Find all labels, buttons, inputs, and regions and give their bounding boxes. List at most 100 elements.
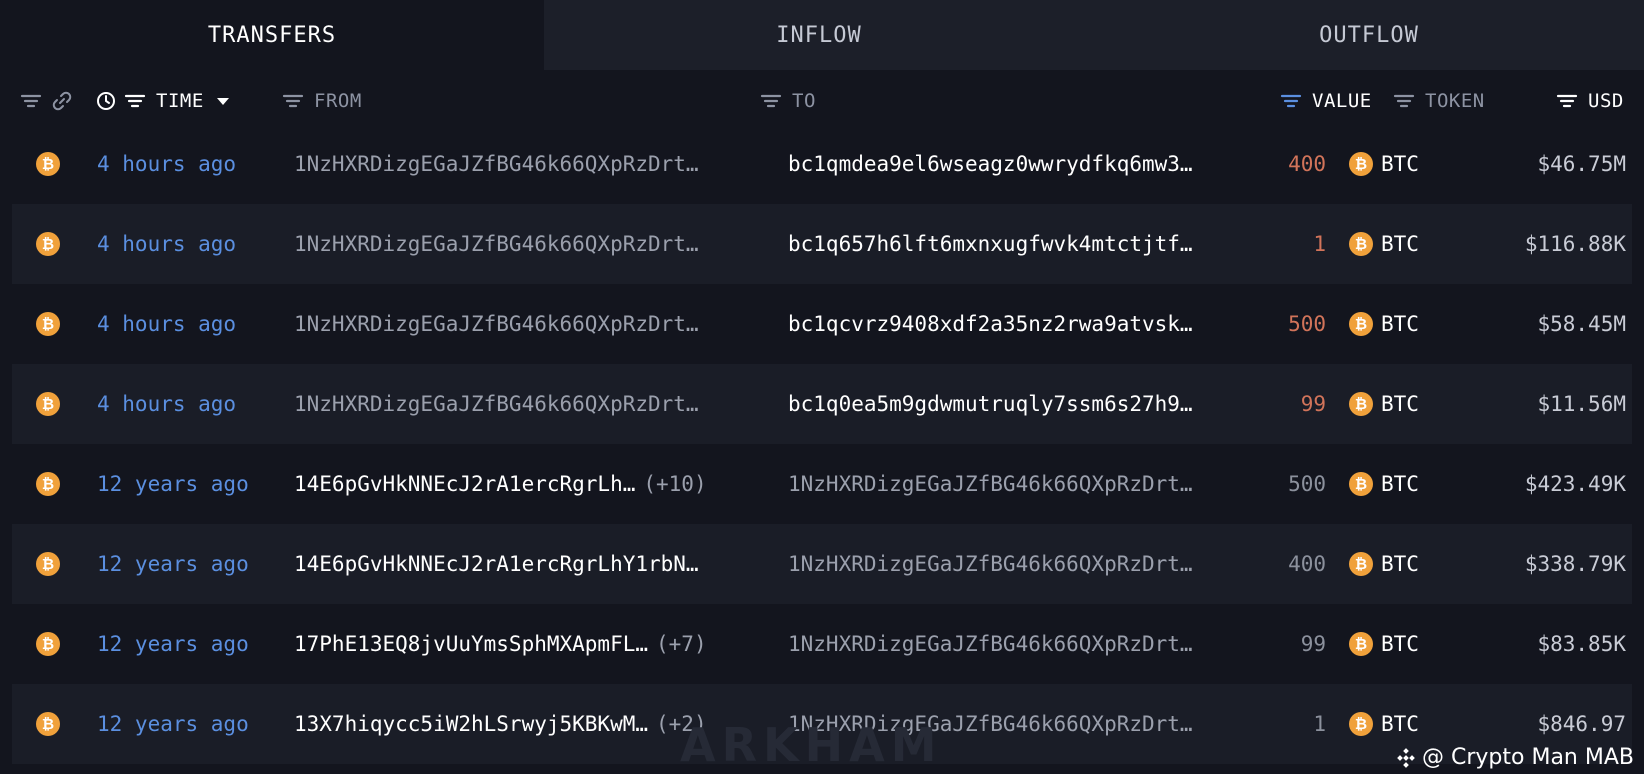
- clock-icon: [97, 92, 115, 110]
- tab-outflow[interactable]: OUTFLOW: [1094, 0, 1644, 70]
- background-logo-watermark: ARKHAM: [680, 718, 943, 772]
- value-column-header[interactable]: VALUE: [1280, 70, 1372, 132]
- from-more-count[interactable]: (+10): [643, 472, 706, 496]
- time-cell[interactable]: 12 years ago: [97, 444, 249, 524]
- to-address-link[interactable]: 1NzHXRDizgEGaJZfBG46k66QXpRzDrt…: [788, 472, 1193, 496]
- filter-icon: [760, 94, 782, 108]
- from-cell: 1NzHXRDizgEGaJZfBG46k66QXpRzDrt…: [294, 364, 774, 444]
- bitcoin-symbol: ₿: [1354, 154, 1368, 173]
- token-cell[interactable]: ₿ BTC: [1349, 524, 1419, 604]
- to-address-link[interactable]: 1NzHXRDizgEGaJZfBG46k66QXpRzDrt…: [788, 632, 1193, 656]
- value-cell: 99: [1300, 632, 1326, 656]
- time-cell[interactable]: 12 years ago: [97, 524, 249, 604]
- from-address-link[interactable]: 17PhE13EQ8jvUuYmsSphMXApmFL…: [294, 632, 648, 656]
- token-cell[interactable]: ₿ BTC: [1349, 604, 1419, 684]
- link-filter-button[interactable]: [52, 70, 72, 132]
- bitcoin-symbol: ₿: [1354, 554, 1368, 573]
- token-label: BTC: [1381, 712, 1419, 736]
- token-label: BTC: [1381, 552, 1419, 576]
- bitcoin-symbol: ₿: [1354, 234, 1368, 253]
- from-more-count[interactable]: (+7): [656, 632, 707, 656]
- bitcoin-icon: ₿: [1349, 712, 1373, 736]
- bitcoin-icon: ₿: [1349, 232, 1373, 256]
- from-column-header[interactable]: FROM: [282, 70, 362, 132]
- table-row[interactable]: ₿ 12 years ago 17PhE13EQ8jvUuYmsSphMXApmFL…: [12, 604, 1632, 684]
- to-cell: bc1qcvrz9408xdf2a35nz2rwa9atvsk…: [788, 284, 1268, 364]
- bitcoin-icon: ₿: [36, 632, 60, 656]
- btc-icon-cell: ₿: [36, 124, 60, 204]
- bitcoin-icon: ₿: [36, 232, 60, 256]
- token-cell[interactable]: ₿ BTC: [1349, 364, 1419, 444]
- to-address-link[interactable]: bc1qcvrz9408xdf2a35nz2rwa9atvsk…: [788, 312, 1193, 336]
- value-cell: 1: [1313, 712, 1326, 736]
- table-row[interactable]: ₿ 4 hours ago 1NzHXRDizgEGaJZfBG46k66QXpRz…: [12, 364, 1632, 444]
- bitcoin-symbol: ₿: [41, 234, 55, 253]
- bitcoin-symbol: ₿: [41, 314, 55, 333]
- btc-icon-cell: ₿: [36, 684, 60, 764]
- from-address-link[interactable]: 1NzHXRDizgEGaJZfBG46k66QXpRzDrt…: [294, 232, 699, 256]
- table-row[interactable]: ₿ 4 hours ago 1NzHXRDizgEGaJZfBG46k66QXpRz…: [12, 204, 1632, 284]
- table-row[interactable]: ₿ 4 hours ago 1NzHXRDizgEGaJZfBG46k66QXpRz…: [12, 124, 1632, 204]
- token-column-header[interactable]: TOKEN: [1393, 70, 1485, 132]
- from-address-link[interactable]: 14E6pGvHkNNEcJ2rA1ercRgrLh…: [294, 472, 635, 496]
- time-column-header[interactable]: TIME: [96, 70, 230, 132]
- token-cell[interactable]: ₿ BTC: [1349, 124, 1419, 204]
- btc-icon-cell: ₿: [36, 204, 60, 284]
- bitcoin-icon: ₿: [1349, 632, 1373, 656]
- token-cell[interactable]: ₿ BTC: [1349, 284, 1419, 364]
- usd-cell: $58.45M: [1537, 312, 1626, 336]
- to-address-link[interactable]: bc1q0ea5m9gdwmutruqly7ssm6s27h9…: [788, 392, 1193, 416]
- token-label: BTC: [1381, 312, 1419, 336]
- to-address-link[interactable]: bc1q657h6lft6mxnxugfwvk4mtctjtf…: [788, 232, 1193, 256]
- filter-all-button[interactable]: [20, 70, 52, 132]
- token-cell[interactable]: ₿ BTC: [1349, 444, 1419, 524]
- from-address-link[interactable]: 1NzHXRDizgEGaJZfBG46k66QXpRzDrt…: [294, 312, 699, 336]
- to-address-link[interactable]: 1NzHXRDizgEGaJZfBG46k66QXpRzDrt…: [788, 552, 1193, 576]
- bitcoin-symbol: ₿: [41, 634, 55, 653]
- table-row[interactable]: ₿ 4 hours ago 1NzHXRDizgEGaJZfBG46k66QXpRz…: [12, 284, 1632, 364]
- time-header-label: TIME: [156, 90, 204, 112]
- btc-icon-cell: ₿: [36, 604, 60, 684]
- from-address-link[interactable]: 1NzHXRDizgEGaJZfBG46k66QXpRzDrt…: [294, 392, 699, 416]
- bitcoin-symbol: ₿: [41, 154, 55, 173]
- from-cell: 1NzHXRDizgEGaJZfBG46k66QXpRzDrt…: [294, 284, 774, 364]
- bitcoin-icon: ₿: [36, 392, 60, 416]
- time-cell[interactable]: 4 hours ago: [97, 364, 236, 444]
- usd-column-header[interactable]: USD: [1556, 70, 1624, 132]
- value-cell: 1: [1313, 232, 1326, 256]
- to-column-header[interactable]: TO: [760, 70, 816, 132]
- to-address-link[interactable]: bc1qmdea9el6wseagz0wwrydfkq6mw3…: [788, 152, 1193, 176]
- to-cell: 1NzHXRDizgEGaJZfBG46k66QXpRzDrt…: [788, 444, 1268, 524]
- token-label: BTC: [1381, 472, 1419, 496]
- from-address-link[interactable]: 14E6pGvHkNNEcJ2rA1ercRgrLhY1rbN…: [294, 552, 699, 576]
- time-cell[interactable]: 12 years ago: [97, 684, 249, 764]
- time-cell[interactable]: 4 hours ago: [97, 284, 236, 364]
- tab-transfers[interactable]: TRANSFERS: [0, 0, 544, 70]
- to-header-label: TO: [792, 90, 816, 112]
- value-cell: 99: [1300, 392, 1326, 416]
- tab-bar: TRANSFERS INFLOW OUTFLOW: [0, 0, 1644, 70]
- time-cell[interactable]: 12 years ago: [97, 604, 249, 684]
- token-cell[interactable]: ₿ BTC: [1349, 204, 1419, 284]
- value-cell: 500: [1288, 472, 1326, 496]
- time-cell[interactable]: 4 hours ago: [97, 124, 236, 204]
- from-address-link[interactable]: 13X7hiqycc5iW2hLSrwyj5KBKwM…: [294, 712, 648, 736]
- bitcoin-icon: ₿: [36, 312, 60, 336]
- to-cell: 1NzHXRDizgEGaJZfBG46k66QXpRzDrt…: [788, 524, 1268, 604]
- token-label: BTC: [1381, 232, 1419, 256]
- table-row[interactable]: ₿ 12 years ago 14E6pGvHkNNEcJ2rA1ercRgrLh……: [12, 444, 1632, 524]
- value-cell: 400: [1288, 152, 1326, 176]
- tab-inflow[interactable]: INFLOW: [544, 0, 1094, 70]
- time-cell[interactable]: 4 hours ago: [97, 204, 236, 284]
- from-header-label: FROM: [314, 90, 362, 112]
- table-row[interactable]: ₿ 12 years ago 14E6pGvHkNNEcJ2rA1ercRgrLhY…: [12, 524, 1632, 604]
- filter-icon: [282, 94, 304, 108]
- bitcoin-symbol: ₿: [41, 474, 55, 493]
- bitcoin-icon: ₿: [1349, 552, 1373, 576]
- bitcoin-icon: ₿: [36, 152, 60, 176]
- from-cell: 1NzHXRDizgEGaJZfBG46k66QXpRzDrt…: [294, 124, 774, 204]
- from-address-link[interactable]: 1NzHXRDizgEGaJZfBG46k66QXpRzDrt…: [294, 152, 699, 176]
- bitcoin-icon: ₿: [1349, 392, 1373, 416]
- token-label: BTC: [1381, 392, 1419, 416]
- bitcoin-symbol: ₿: [41, 394, 55, 413]
